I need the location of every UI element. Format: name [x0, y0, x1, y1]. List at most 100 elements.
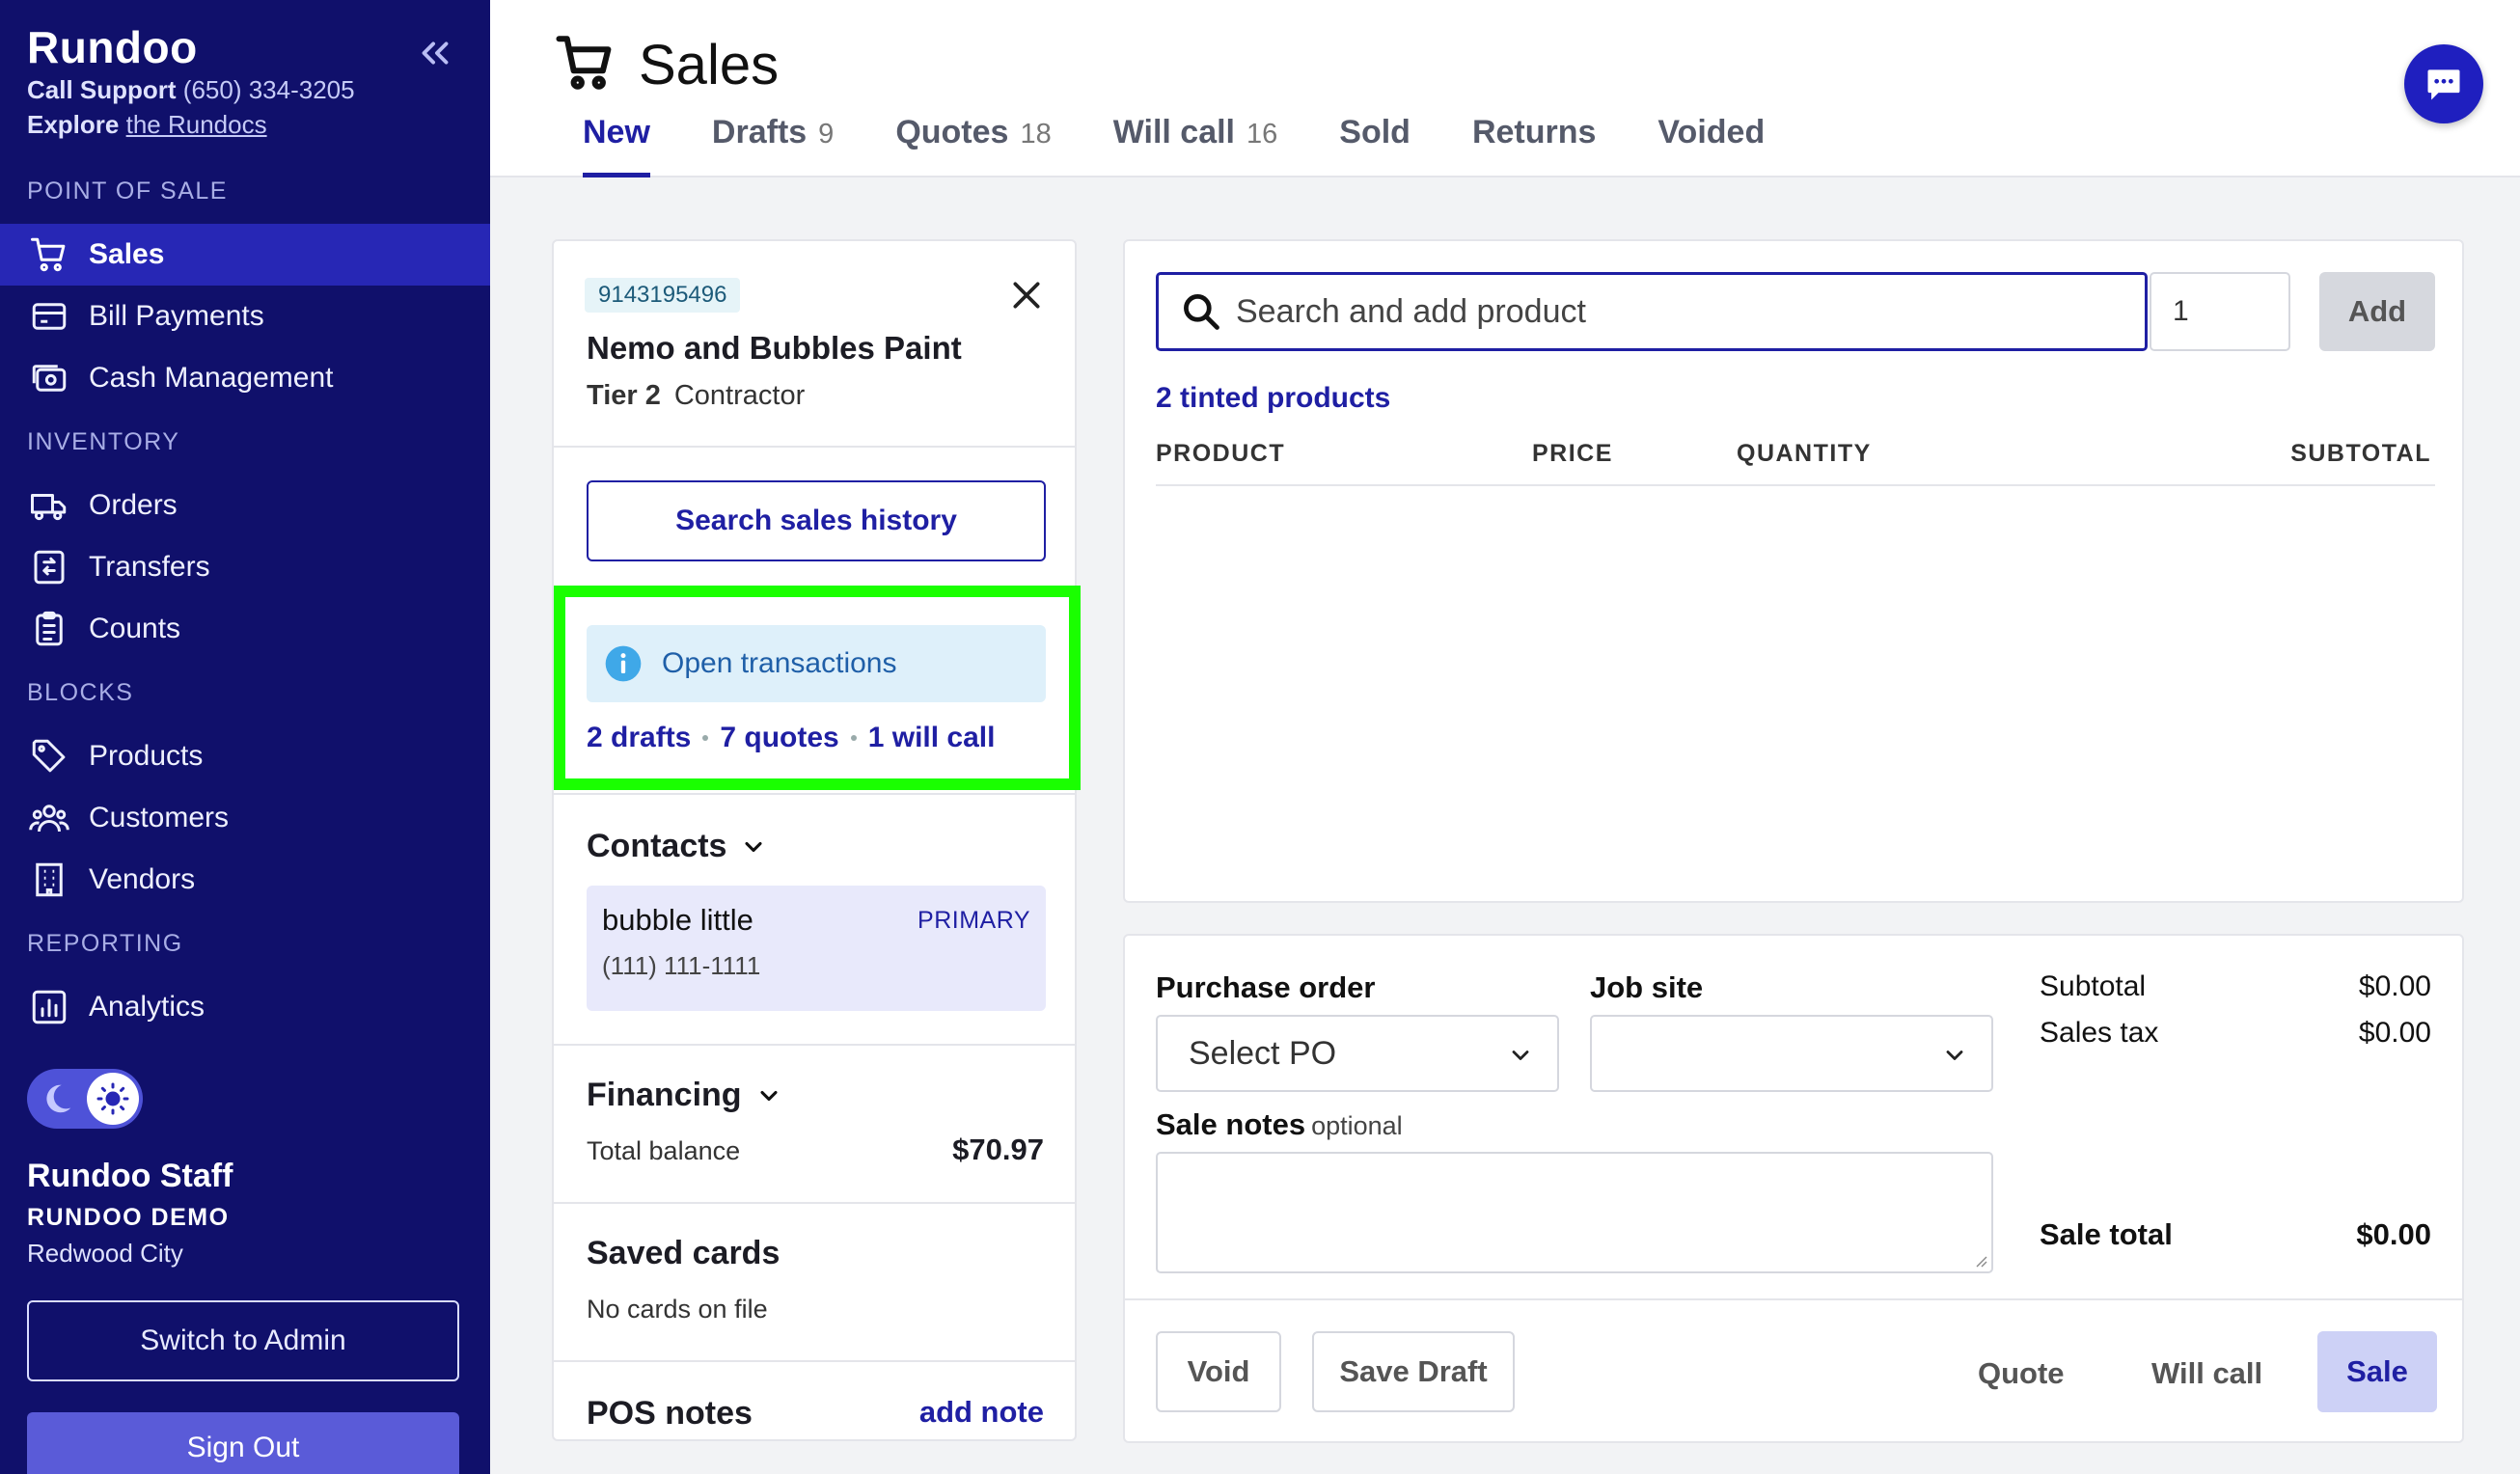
moon-icon — [46, 1084, 71, 1113]
section-inventory: INVENTORY — [27, 428, 180, 455]
section-reporting: REPORTING — [27, 930, 183, 957]
tab-count: 16 — [1246, 119, 1278, 150]
save-draft-button[interactable]: Save Draft — [1312, 1331, 1515, 1412]
sidebar-item-label: Vendors — [89, 863, 196, 895]
column-header-product: PRODUCT — [1156, 440, 1286, 467]
open-transactions-banner: Open transactions — [587, 625, 1046, 702]
cash-icon — [32, 365, 67, 392]
customer-panel: 9143195496 Nemo and Bubbles Paint Tier 2… — [552, 239, 1077, 1441]
sidebar-item-customers[interactable]: Customers — [0, 787, 490, 849]
chevron-down-icon — [1512, 1051, 1529, 1060]
search-icon — [1184, 294, 1219, 330]
tab-quotes[interactable]: Quotes 18 — [895, 114, 1051, 177]
sidebar-item-products[interactable]: Products — [0, 725, 490, 787]
collapse-sidebar-icon[interactable] — [413, 31, 457, 75]
switch-to-admin-button[interactable]: Switch to Admin — [27, 1300, 459, 1381]
chat-button[interactable] — [2404, 44, 2483, 123]
quotes-link[interactable]: 7 quotes — [720, 722, 838, 754]
sales-tax-label: Sales tax — [2040, 1017, 2159, 1049]
transfer-icon — [34, 550, 65, 585]
tab-voided[interactable]: Voided — [1657, 114, 1765, 177]
add-note-link[interactable]: add note — [919, 1395, 1044, 1430]
search-input[interactable] — [1236, 292, 2104, 331]
chevron-down-icon — [1946, 1051, 1963, 1060]
clipboard-icon — [36, 611, 63, 646]
sidebar-item-sales[interactable]: Sales — [0, 224, 490, 286]
tab-count: 9 — [818, 119, 835, 150]
separator-dot — [850, 735, 857, 741]
tab-will-call[interactable]: Will call 16 — [1113, 114, 1278, 177]
sidebar-item-analytics[interactable]: Analytics — [0, 976, 490, 1038]
support-line: Call Support (650) 334-3205 — [27, 75, 355, 104]
contact-card[interactable]: bubble little PRIMARY (111) 111-1111 — [587, 886, 1046, 1011]
sidebar-item-label: Products — [89, 740, 204, 772]
cart-icon — [31, 237, 66, 272]
quote-button[interactable]: Quote — [1978, 1356, 2065, 1391]
sidebar-item-label: Sales — [89, 238, 165, 270]
tab-drafts[interactable]: Drafts 9 — [712, 114, 834, 177]
sidebar-item-label: Cash Management — [89, 362, 334, 394]
purchase-order-label: Purchase order — [1156, 970, 1376, 1004]
drafts-link[interactable]: 2 drafts — [587, 722, 691, 754]
total-balance-value: $70.97 — [952, 1133, 1044, 1166]
customer-name: Nemo and Bubbles Paint — [587, 330, 962, 366]
user-org: RUNDOO DEMO — [27, 1204, 230, 1231]
total-balance-label: Total balance — [587, 1136, 741, 1165]
product-search — [1156, 272, 2148, 351]
page-header: Sales New Drafts 9 Quotes 18 Will call 16 S… — [490, 0, 2520, 177]
section-blocks: BLOCKS — [27, 679, 134, 706]
void-button[interactable]: Void — [1156, 1331, 1281, 1412]
rundocs-link[interactable]: the Rundocs — [126, 110, 267, 139]
divider — [554, 1202, 1075, 1204]
will-call-link[interactable]: 1 will call — [868, 722, 996, 754]
chevron-down-icon — [745, 841, 762, 852]
purchase-order-select[interactable]: Select PO — [1156, 1015, 1559, 1092]
product-panel: Add 2 tinted products PRODUCT PRICE QUAN… — [1123, 239, 2464, 903]
sidebar-item-orders[interactable]: Orders — [0, 475, 490, 536]
tag-icon — [32, 739, 66, 773]
sales-tabs: New Drafts 9 Quotes 18 Will call 16 Sold Re… — [583, 114, 1826, 177]
user-location: Redwood City — [27, 1239, 183, 1268]
job-site-select[interactable] — [1590, 1015, 1993, 1092]
theme-toggle[interactable] — [27, 1069, 143, 1129]
sidebar: Rundoo Call Support (650) 334-3205 Explo… — [0, 0, 490, 1474]
add-button[interactable]: Add — [2319, 272, 2435, 351]
contacts-toggle[interactable]: Contacts — [587, 828, 767, 865]
sidebar-item-cash-management[interactable]: Cash Management — [0, 347, 490, 409]
building-icon — [36, 862, 63, 897]
resize-grip-icon[interactable] — [1972, 1252, 1987, 1268]
sidebar-item-vendors[interactable]: Vendors — [0, 849, 490, 911]
tab-returns[interactable]: Returns — [1472, 114, 1596, 177]
divider — [554, 793, 1075, 795]
sun-icon — [96, 1082, 129, 1115]
tinted-products-link[interactable]: 2 tinted products — [1156, 382, 1390, 415]
will-call-button[interactable]: Will call — [2151, 1356, 2262, 1391]
subtotal-label: Subtotal — [2040, 970, 2147, 1002]
contact-phone: (111) 111-1111 — [602, 951, 761, 980]
truck-icon — [31, 494, 67, 521]
tab-count: 18 — [1020, 119, 1052, 150]
sign-out-button[interactable]: Sign Out — [27, 1412, 459, 1474]
sidebar-item-counts[interactable]: Counts — [0, 598, 490, 660]
close-icon[interactable] — [1007, 276, 1046, 314]
order-panel: Purchase order Select PO Job site Sale n… — [1123, 934, 2464, 1443]
tab-new[interactable]: New — [583, 114, 650, 177]
sidebar-item-bill-payments[interactable]: Bill Payments — [0, 286, 490, 347]
financing-toggle[interactable]: Financing — [587, 1077, 782, 1114]
sale-notes-label: Sale notes optional — [1156, 1107, 1403, 1141]
open-transaction-links: 2 drafts 7 quotes 1 will call — [587, 722, 995, 754]
bill-icon — [32, 303, 67, 330]
sale-notes-textarea[interactable] — [1156, 1152, 1993, 1273]
quantity-input[interactable] — [2150, 272, 2290, 351]
sidebar-item-label: Counts — [89, 613, 181, 644]
sale-button[interactable]: Sale — [2317, 1331, 2437, 1412]
sidebar-item-label: Bill Payments — [89, 300, 264, 332]
tab-sold[interactable]: Sold — [1339, 114, 1411, 177]
cart-icon — [556, 36, 612, 90]
column-header-subtotal: SUBTOTAL — [2290, 440, 2431, 467]
chat-icon — [2427, 69, 2460, 100]
sidebar-item-transfers[interactable]: Transfers — [0, 536, 490, 598]
search-sales-history-button[interactable]: Search sales history — [587, 480, 1046, 561]
support-phone[interactable]: (650) 334-3205 — [183, 75, 355, 104]
subtotal-value: $0.00 — [2358, 970, 2431, 1002]
